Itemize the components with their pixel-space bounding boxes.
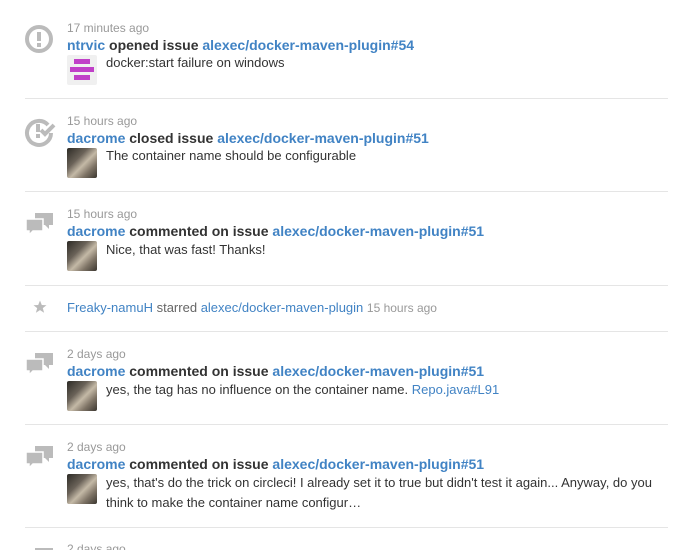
actor-link[interactable]: Freaky-namuH xyxy=(67,300,153,315)
event-time: 17 minutes ago xyxy=(67,21,150,35)
event-body: yes, the tag has no influence on the con… xyxy=(106,380,499,400)
event-body: The container name should be configurabl… xyxy=(106,148,357,163)
event-body: yes, that's do the trick on circleci! I … xyxy=(106,475,652,510)
event-time: 2 days ago xyxy=(67,542,126,550)
comment-text: yes, the tag has no influence on the con… xyxy=(106,382,409,397)
event-time: 15 hours ago xyxy=(67,207,138,221)
event-time: 15 hours ago xyxy=(67,114,138,128)
actor-link[interactable]: dacrome xyxy=(67,456,125,472)
issue-link[interactable]: alexec/docker-maven-plugin#51 xyxy=(217,130,429,146)
divider xyxy=(25,424,668,425)
event-title: dacrome closed issue alexec/docker-maven… xyxy=(67,130,429,146)
actor-link[interactable]: dacrome xyxy=(67,223,125,239)
event-action: commented on issue xyxy=(129,456,269,472)
event-action: commented on issue xyxy=(129,223,269,239)
event-action: starred xyxy=(156,300,198,315)
avatar[interactable] xyxy=(67,381,97,411)
event-action: commented on issue xyxy=(129,363,269,379)
issue-link[interactable]: alexec/docker-maven-plugin#51 xyxy=(272,223,484,239)
comment-discussion-icon xyxy=(24,350,56,382)
event-title: ntrvic opened issue alexec/docker-maven-… xyxy=(67,37,414,53)
comment-discussion-icon xyxy=(24,210,56,242)
actor-link[interactable]: ntrvic xyxy=(67,37,105,53)
avatar[interactable] xyxy=(67,241,97,271)
divider xyxy=(25,285,668,286)
event-time: 15 hours ago xyxy=(366,301,437,315)
avatar[interactable] xyxy=(67,55,97,85)
avatar[interactable] xyxy=(67,474,97,504)
comment-discussion-icon xyxy=(24,443,56,475)
event-time: 2 days ago xyxy=(67,440,126,454)
issue-link[interactable]: alexec/docker-maven-plugin#54 xyxy=(202,37,414,53)
activity-feed: 17 minutes ago ntrvic opened issue alexe… xyxy=(0,0,679,550)
divider xyxy=(25,527,668,528)
issue-closed-icon xyxy=(24,116,56,148)
code-reference-link[interactable]: Repo.java#L91 xyxy=(412,382,499,397)
event-body: docker:start failure on windows xyxy=(106,55,285,70)
actor-link[interactable]: dacrome xyxy=(67,363,125,379)
avatar[interactable] xyxy=(67,148,97,178)
event-title: dacrome commented on issue alexec/docker… xyxy=(67,223,484,239)
event-title: dacrome commented on issue alexec/docker… xyxy=(67,456,484,472)
issue-opened-icon xyxy=(24,24,56,56)
issue-link[interactable]: alexec/docker-maven-plugin#51 xyxy=(272,456,484,472)
event-time: 2 days ago xyxy=(67,347,126,361)
event-summary: Freaky-namuH starred alexec/docker-maven… xyxy=(67,300,437,315)
event-title: dacrome commented on issue alexec/docker… xyxy=(67,363,484,379)
actor-link[interactable]: dacrome xyxy=(67,130,125,146)
comment-discussion-icon xyxy=(24,545,56,550)
event-body: Nice, that was fast! Thanks! xyxy=(106,242,266,257)
issue-link[interactable]: alexec/docker-maven-plugin#51 xyxy=(272,363,484,379)
divider xyxy=(25,331,668,332)
divider xyxy=(25,98,668,99)
repo-link[interactable]: alexec/docker-maven-plugin xyxy=(201,300,364,315)
star-icon xyxy=(33,300,47,314)
divider xyxy=(25,191,668,192)
event-action: opened issue xyxy=(109,37,199,53)
event-action: closed issue xyxy=(129,130,214,146)
